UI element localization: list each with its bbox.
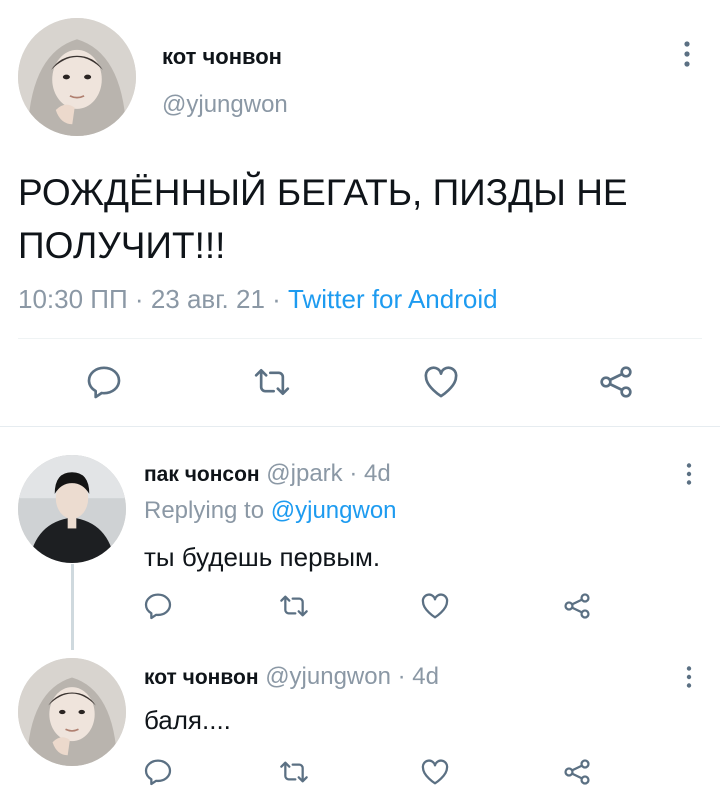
tweet-source[interactable]: Twitter for Android	[288, 284, 498, 314]
like-icon[interactable]	[418, 756, 452, 788]
handle[interactable]: @yjungwon	[162, 91, 288, 119]
share-icon[interactable]	[596, 362, 636, 402]
tweet-time[interactable]: 10:30 ПП	[18, 284, 128, 314]
reply-age[interactable]: 4d	[364, 460, 391, 487]
meta-separator: ·	[272, 284, 281, 314]
tweet-meta: 10:30 ПП · 23 авг. 21 · Twitter for Andr…	[18, 284, 498, 315]
handle[interactable]: @yjungwon	[265, 663, 391, 690]
share-icon[interactable]	[561, 756, 593, 788]
avatar[interactable]	[18, 658, 126, 766]
thread-line	[71, 564, 74, 650]
tweet-date[interactable]: 23 авг. 21	[151, 284, 265, 314]
meta-separator: ·	[397, 663, 406, 690]
tweet-text: РОЖДЁННЫЙ БЕГАТЬ, ПИЗДЫ НЕ ПОЛУЧИТ!!!	[18, 172, 628, 266]
avatar[interactable]	[18, 18, 136, 136]
meta-separator: ·	[349, 460, 358, 487]
reply-age[interactable]: 4d	[412, 663, 439, 690]
reply-header: кот чонвон @yjungwon · 4d	[144, 663, 439, 691]
display-name[interactable]: кот чонвон	[144, 666, 259, 689]
like-icon[interactable]	[420, 362, 462, 402]
retweet-icon[interactable]	[278, 756, 310, 788]
avatar[interactable]	[18, 455, 126, 563]
reply-icon[interactable]	[84, 362, 124, 402]
handle[interactable]: @jpark	[266, 460, 342, 487]
replying-to-label: Replying to	[144, 497, 265, 524]
display-name[interactable]: кот чонвон	[162, 44, 282, 70]
more-icon[interactable]	[683, 665, 695, 689]
retweet-icon[interactable]	[252, 362, 292, 402]
more-icon[interactable]	[683, 462, 695, 486]
reply-icon[interactable]	[142, 590, 174, 622]
reply-header: пак чонсон @jpark · 4d	[144, 460, 391, 488]
divider	[18, 338, 702, 339]
reply-text: баля....	[144, 705, 231, 735]
more-icon[interactable]	[680, 40, 694, 68]
retweet-icon[interactable]	[278, 590, 310, 622]
display-name[interactable]: пак чонсон	[144, 463, 260, 486]
reply-icon[interactable]	[142, 756, 174, 788]
share-icon[interactable]	[561, 590, 593, 622]
section-separator	[0, 426, 720, 427]
meta-separator: ·	[134, 284, 144, 314]
like-icon[interactable]	[418, 590, 452, 622]
replying-to-handle[interactable]: @yjungwon	[271, 497, 397, 524]
replying-to-line: Replying to @yjungwon	[144, 497, 397, 525]
reply-text: ты будешь первым.	[144, 542, 381, 572]
